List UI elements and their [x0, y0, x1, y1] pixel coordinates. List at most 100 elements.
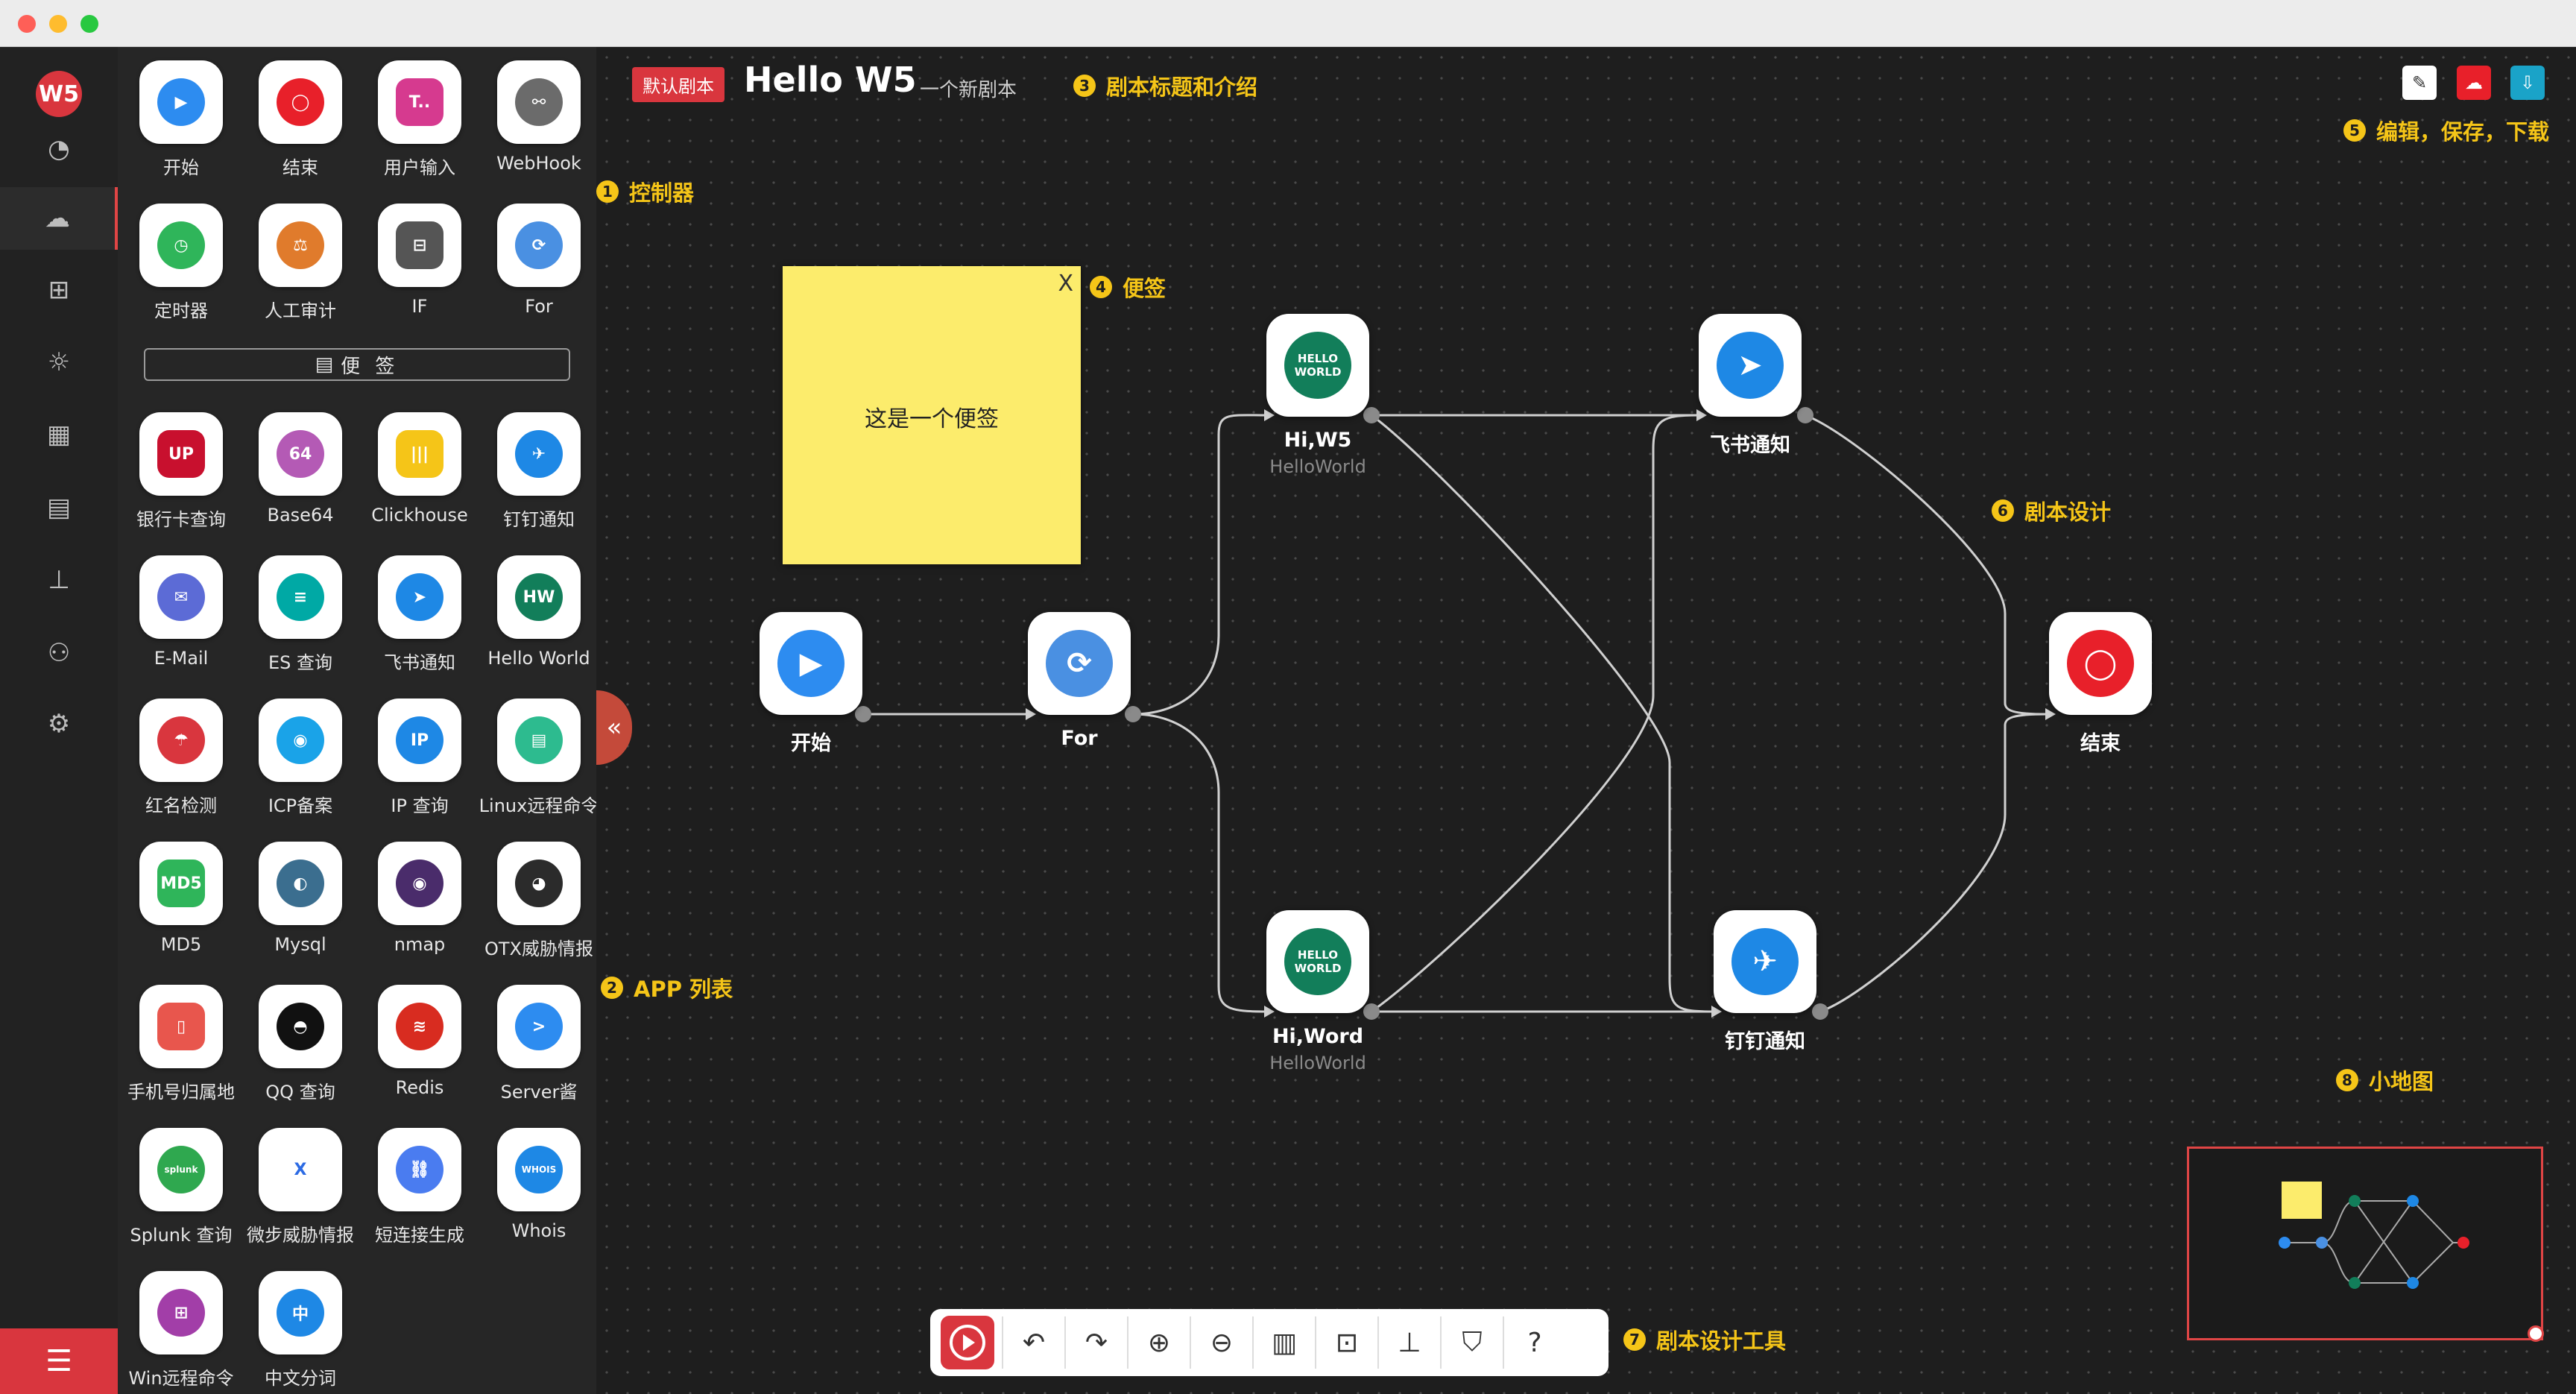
undo-button[interactable]: ↶ [1002, 1316, 1064, 1369]
nav-org-chart[interactable]: ⊥ [0, 549, 118, 611]
maximize-window-icon[interactable] [80, 15, 98, 33]
node-tile[interactable]: ◯ [2049, 612, 2152, 715]
app-tile[interactable]: WHOIS [497, 1128, 581, 1211]
app-whois[interactable]: WHOIS Whois [476, 1128, 602, 1241]
save-cloud-button[interactable]: ☁ [2457, 66, 2491, 100]
app-tile[interactable]: splunk [139, 1128, 223, 1211]
app-base64[interactable]: 64 Base64 [237, 412, 364, 526]
app-tile[interactable]: ▯ [139, 985, 223, 1068]
node-tile[interactable]: ✈ [1714, 910, 1816, 1013]
redo-button[interactable]: ↷ [1064, 1316, 1127, 1369]
app-tile[interactable]: ◓ [259, 985, 342, 1068]
app-server-chan[interactable]: > Server酱 [476, 985, 602, 1103]
app-tile[interactable]: ||| [378, 412, 461, 496]
node-tile[interactable]: ➤ [1699, 314, 1802, 417]
app-tile[interactable]: ◯ [259, 60, 342, 144]
nav-bug[interactable]: ☼ [0, 331, 118, 394]
edit-button[interactable]: ✎ [2402, 66, 2437, 100]
app-tile[interactable]: ☂ [139, 698, 223, 782]
app-umbrella[interactable]: ☂ 红名检测 [118, 698, 244, 817]
app-phone[interactable]: ▯ 手机号归属地 [118, 985, 244, 1103]
app-md5[interactable]: MD5 MD5 [118, 842, 244, 955]
minimap-resize-handle[interactable] [2528, 1325, 2544, 1342]
app-link[interactable]: ⛓ 短连接生成 [356, 1128, 483, 1246]
node-for[interactable]: ⟳ For [990, 612, 1169, 750]
actual-size-button[interactable]: ⊡ [1315, 1316, 1377, 1369]
app-start[interactable]: ▶ 开始 [118, 60, 244, 179]
app-tile[interactable]: X [259, 1128, 342, 1211]
download-cloud-button[interactable]: ⇩ [2510, 66, 2545, 100]
auto-layout-button[interactable]: ⊥ [1377, 1316, 1440, 1369]
nav-apps-grid[interactable]: ▦ [0, 403, 118, 466]
app-tile[interactable]: ⊞ [139, 1271, 223, 1354]
zoom-out-button[interactable]: ⊖ [1190, 1316, 1252, 1369]
app-tile[interactable]: HW [497, 555, 581, 639]
app-unionpay[interactable]: UP 银行卡查询 [118, 412, 244, 531]
node-ding[interactable]: ✈ 钉钉通知 [1676, 910, 1854, 1054]
app-email[interactable]: ✉ E-Mail [118, 555, 244, 669]
node-tile[interactable]: ▶ [760, 612, 862, 715]
app-tile[interactable]: IP [378, 698, 461, 782]
close-window-icon[interactable] [18, 15, 36, 33]
nav-settings[interactable]: ⚙ [0, 693, 118, 755]
app-tile[interactable]: UP [139, 412, 223, 496]
app-tile[interactable]: ➤ [378, 555, 461, 639]
nav-hierarchy[interactable]: ⊞ [0, 259, 118, 321]
run-button[interactable] [941, 1316, 994, 1369]
node-hi1[interactable]: HELLO WORLD Hi,W5 HelloWorld [1228, 314, 1407, 477]
app-tile[interactable]: ≡ [259, 555, 342, 639]
app-tile[interactable]: 中 [259, 1271, 342, 1354]
nav-cloud-workflow[interactable]: ☁ [0, 187, 118, 250]
node-hi2[interactable]: HELLO WORLD Hi,Word HelloWorld [1228, 910, 1407, 1073]
app-tile[interactable]: MD5 [139, 842, 223, 925]
app-redis[interactable]: ≋ Redis [356, 985, 483, 1098]
app-timer[interactable]: ◷ 定时器 [118, 204, 244, 322]
app-tile[interactable]: ◐ [259, 842, 342, 925]
nav-document[interactable]: ▤ [0, 476, 118, 539]
app-for[interactable]: ⟳ For [476, 204, 602, 317]
app-feishu[interactable]: ➤ 飞书通知 [356, 555, 483, 674]
app-tile[interactable]: ⚯ [497, 60, 581, 144]
app-tile[interactable]: ⚖ [259, 204, 342, 287]
app-tile[interactable]: ◉ [259, 698, 342, 782]
app-elasticsearch[interactable]: ≡ ES 查询 [237, 555, 364, 674]
help-button[interactable]: ? [1503, 1316, 1565, 1369]
node-tile[interactable]: ⟳ [1028, 612, 1131, 715]
app-alien[interactable]: ◕ OTX威胁情报 [476, 842, 602, 960]
app-nmap[interactable]: ◉ nmap [356, 842, 483, 955]
minimap[interactable] [2187, 1147, 2543, 1340]
app-tile[interactable]: ◕ [497, 842, 581, 925]
zoom-in-button[interactable]: ⊕ [1127, 1316, 1190, 1369]
app-tile[interactable]: ▤ [497, 698, 581, 782]
sticky-close-button[interactable]: X [1058, 271, 1073, 297]
script-title[interactable]: Hello W5 [744, 60, 917, 100]
node-tile[interactable]: HELLO WORLD [1266, 314, 1369, 417]
node-tile[interactable]: HELLO WORLD [1266, 910, 1369, 1013]
app-user-input[interactable]: T.. 用户输入 [356, 60, 483, 179]
menu-toggle-icon[interactable]: ☰ [0, 1328, 118, 1394]
app-tile[interactable]: ⊟ [378, 204, 461, 287]
app-webhook[interactable]: ⚯ WebHook [476, 60, 602, 174]
app-splunk[interactable]: splunk Splunk 查询 [118, 1128, 244, 1246]
add-note-button[interactable]: ▤ 便 签 [144, 348, 570, 381]
app-dingtalk[interactable]: ✈ 钉钉通知 [476, 412, 602, 531]
app-tile[interactable]: T.. [378, 60, 461, 144]
app-tile[interactable]: ◷ [139, 204, 223, 287]
app-ip[interactable]: IP IP 查询 [356, 698, 483, 817]
app-tile[interactable]: ✈ [497, 412, 581, 496]
app-mysql[interactable]: ◐ Mysql [237, 842, 364, 955]
app-chinese-segment[interactable]: 中中文分词 [237, 1271, 364, 1390]
app-globe[interactable]: ◉ ICP备案 [237, 698, 364, 817]
shirt-button[interactable]: ⛉ [1440, 1316, 1503, 1369]
app-tile[interactable]: ≋ [378, 985, 461, 1068]
minimize-window-icon[interactable] [49, 15, 67, 33]
node-start[interactable]: ▶ 开始 [722, 612, 900, 756]
app-tile[interactable]: ▶ [139, 60, 223, 144]
sticky-text[interactable]: 这是一个便签 [783, 400, 1081, 433]
app-hello-world[interactable]: HW Hello World [476, 555, 602, 669]
app-end[interactable]: ◯ 结束 [237, 60, 364, 179]
nav-dashboard[interactable]: ◔ [0, 118, 118, 180]
app-tile[interactable]: ◉ [378, 842, 461, 925]
app-tile[interactable]: 64 [259, 412, 342, 496]
node-end[interactable]: ◯ 结束 [2011, 612, 2190, 756]
